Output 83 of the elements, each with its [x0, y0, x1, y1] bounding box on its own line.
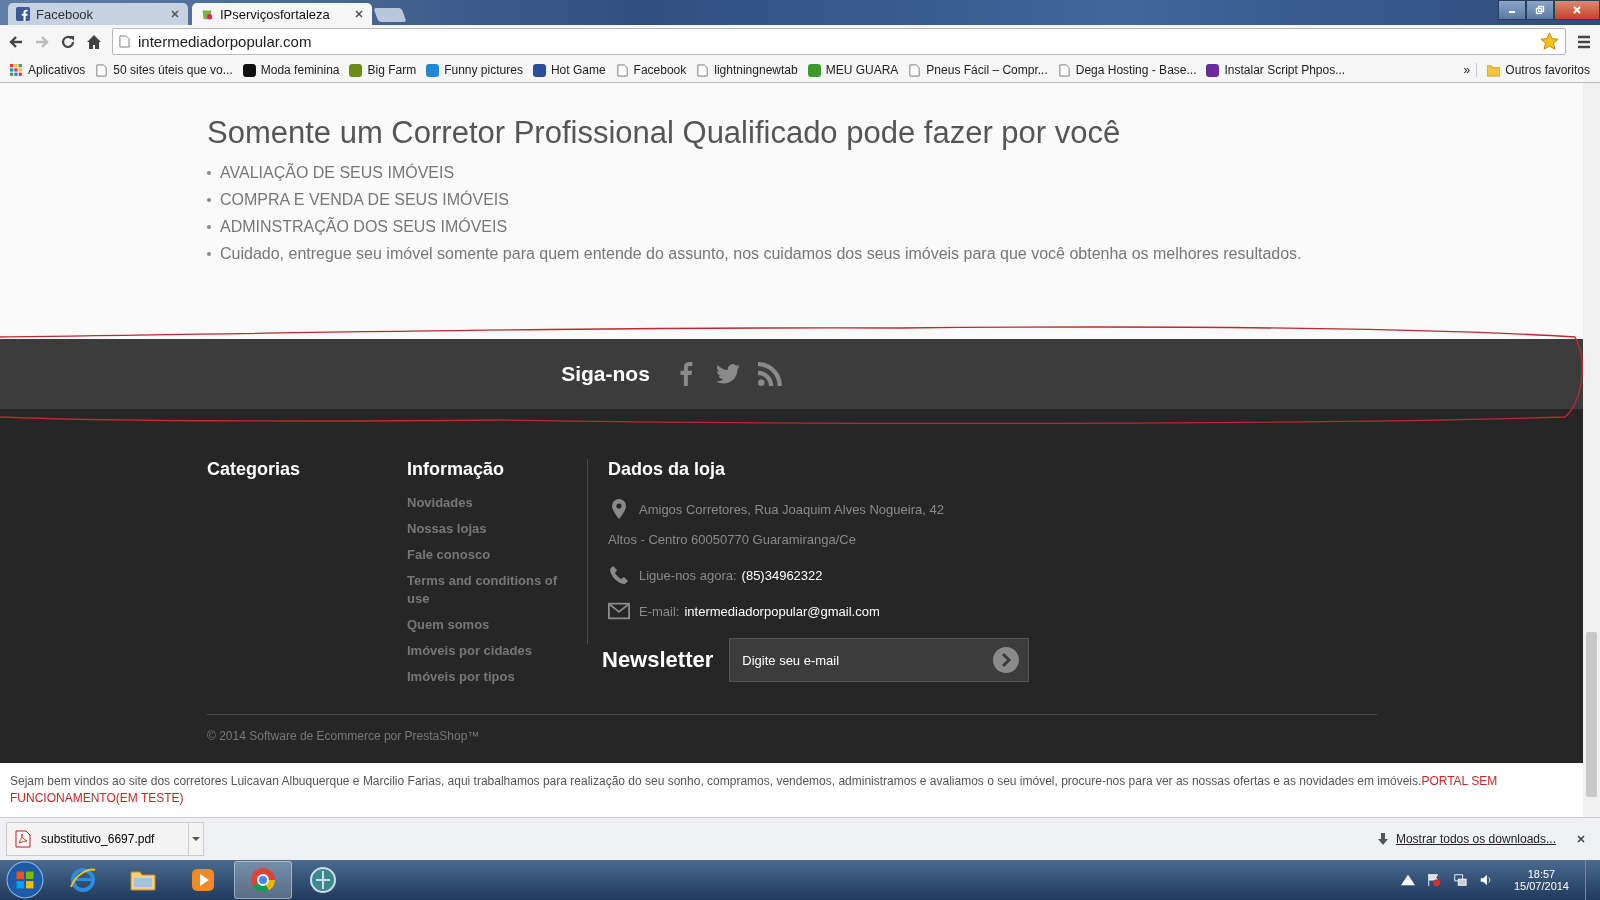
folder-icon — [1487, 63, 1501, 77]
bookmark[interactable]: Hot Game — [528, 63, 610, 77]
other-bookmarks-folder[interactable]: Outros favoritos — [1476, 63, 1594, 77]
new-tab-button[interactable] — [373, 8, 407, 22]
twitter-icon[interactable] — [715, 362, 740, 386]
bookmark[interactable]: Pneus Fácil – Compr... — [904, 63, 1052, 77]
tab-title: IPserviçosfortaleza — [220, 6, 331, 22]
restore-icon — [1535, 5, 1545, 15]
bookmark[interactable]: Moda feminina — [238, 63, 344, 77]
download-icon — [1377, 833, 1388, 845]
show-hidden-icons-button[interactable] — [1400, 873, 1415, 887]
close-icon[interactable] — [354, 9, 364, 19]
bookmark[interactable]: MEU GUARA — [803, 63, 903, 77]
close-icon[interactable] — [1576, 834, 1586, 844]
newsletter-title: Newsletter — [602, 647, 714, 673]
phone-number: (85)34962322 — [741, 567, 823, 583]
star-icon[interactable] — [1540, 32, 1559, 51]
caret-icon[interactable] — [192, 837, 200, 841]
menu-icon[interactable] — [1576, 33, 1592, 50]
copyright-text: © 2014 Software de Ecommerce por PrestaShop™ — [207, 729, 481, 743]
bookmark[interactable]: Instalar Script Phpos... — [1202, 63, 1350, 77]
social-title: Siga-nos — [561, 362, 650, 386]
url-text: intermediadorpopular.com — [138, 33, 312, 50]
column-heading: Informação — [407, 459, 506, 480]
reload-icon[interactable] — [60, 33, 76, 50]
speaker-icon[interactable] — [1478, 873, 1493, 887]
list-item: AVALIAÇÃO DE SEUS IMÓVEIS — [220, 163, 455, 182]
back-icon[interactable] — [8, 33, 24, 50]
page-icon — [908, 63, 922, 77]
home-icon[interactable] — [86, 33, 102, 50]
download-item[interactable]: substitutivo_6697.pdf — [6, 822, 204, 856]
bookmark[interactable]: Big Farm — [345, 63, 421, 77]
page-heading: Somente um Corretor Profissional Qualificado pode fazer por você — [207, 115, 1122, 151]
pdf-icon — [15, 830, 31, 848]
chrome-icon — [248, 865, 278, 895]
newsletter-field[interactable]: Digite seu e-mail — [729, 638, 1030, 682]
clock[interactable]: 18:57 15/07/2014 — [1513, 868, 1569, 892]
scrollbar[interactable] — [1583, 83, 1600, 817]
facebook-icon — [16, 7, 30, 21]
envelope-icon — [608, 601, 630, 621]
globe-icon — [308, 865, 338, 895]
browser-e-icon — [68, 865, 98, 895]
flag-icon[interactable] — [1426, 873, 1441, 887]
phone-icon — [608, 565, 630, 585]
rss-icon[interactable] — [757, 362, 782, 386]
page-icon — [615, 63, 629, 77]
page-icon — [696, 63, 710, 77]
bookmark[interactable]: Facebook — [611, 63, 691, 77]
column-heading: Dados da loja — [608, 459, 727, 480]
bookmark[interactable]: Dega Hosting - Base... — [1053, 63, 1201, 77]
minimize-button[interactable] — [1498, 0, 1526, 20]
browser-tab[interactable]: Facebook — [8, 3, 188, 25]
bookmark[interactable]: lightningnewtab — [692, 63, 802, 77]
bookmark[interactable]: Funny pictures — [422, 63, 527, 77]
close-icon[interactable] — [170, 9, 180, 19]
restore-button[interactable] — [1526, 0, 1554, 20]
bookmark[interactable]: Aplicativos — [6, 63, 90, 77]
email-address: intermediadorpopular@gmail.com — [684, 603, 880, 619]
tab-title: Facebook — [36, 6, 95, 22]
list-item: COMPRA E VENDA DE SEUS IMÓVEIS — [220, 190, 509, 209]
welcome-text: Sejam bem vindos ao site dos corretores Luicavan Albuquerque e Marcilio Farias, aqui trabalhamos para realização do seu sonho, compramos, vendemos, administramos e avaliamos o seu imóvel, procure-nos para ver as nossas ofertas e as novidades em imóveis.PORTAL SEM FUNCIONAMENTO(EM TESTE) — [10, 773, 1499, 807]
list-item: Cuidado, entregue seu imóvel somente para quem entende do assunto, nos cuidamos dos seus imóveis para que você obtenha os melhores resultados. — [220, 244, 1302, 263]
show-all-downloads-link[interactable]: Mostrar todos os downloads... — [1395, 832, 1556, 846]
browser-tab[interactable]: IPserviçosfortaleza — [192, 3, 372, 25]
start-button[interactable] — [6, 861, 44, 899]
address-text: Altos - Centro 60050770 Guaramiranga/Ce — [608, 531, 856, 547]
page-icon — [1057, 63, 1071, 77]
arrow-right-icon[interactable] — [993, 647, 1020, 673]
page-icon — [119, 35, 130, 48]
scrollbar-thumb[interactable] — [1586, 632, 1597, 797]
address-bar[interactable]: intermediadorpopular.com — [112, 28, 1566, 55]
list-item: ADMINSTRAÇÃO DOS SEUS IMÓVEIS — [220, 217, 508, 236]
phone-label: Ligue-nos agora: — [639, 567, 737, 583]
apps-grid-icon — [10, 63, 23, 77]
bookmark[interactable]: 50 sites úteis que vo... — [91, 63, 237, 77]
address-text: Amigos Corretores, Rua Joaquim Alves Nogueira, 42 — [639, 501, 944, 517]
page-icon — [95, 63, 109, 77]
close-icon — [1572, 5, 1582, 15]
close-button[interactable] — [1554, 0, 1600, 20]
column-heading: Categorias — [207, 459, 302, 480]
more-bookmarks-button[interactable]: » — [1459, 63, 1475, 77]
email-label: E-mail: — [639, 603, 680, 619]
network-icon[interactable] — [1452, 873, 1467, 887]
